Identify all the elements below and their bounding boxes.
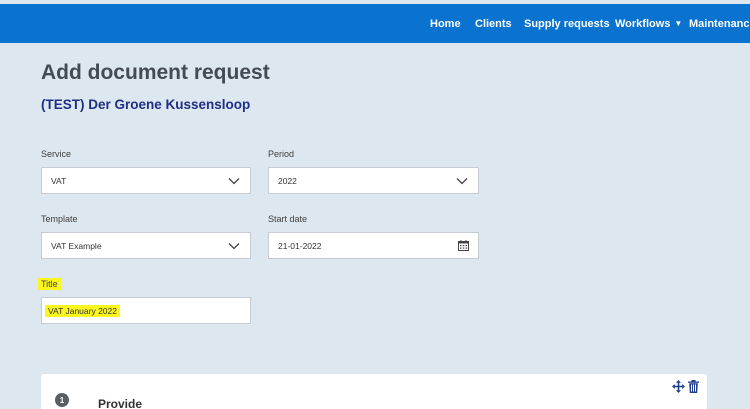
step-number-badge: 1 xyxy=(55,393,69,407)
nav-maintenance-label: Maintenance xyxy=(689,17,750,30)
top-navbar: Home Clients Supply requests Workflows ▼ … xyxy=(0,4,750,43)
template-select[interactable]: VAT Example xyxy=(41,232,251,259)
trash-icon[interactable] xyxy=(688,380,699,393)
nav-workflows-label: Workflows xyxy=(615,17,671,30)
nav-clients[interactable]: Clients xyxy=(475,4,512,43)
move-icon[interactable] xyxy=(672,380,685,393)
start-date-label: Start date xyxy=(268,214,308,224)
nav-clients-label: Clients xyxy=(475,17,512,30)
chevron-down-icon xyxy=(456,177,468,184)
nav-workflows-dropdown[interactable]: Workflows ▼ xyxy=(615,4,682,43)
title-label: Title xyxy=(38,278,61,290)
client-name: (TEST) Der Groene Kussensloop xyxy=(41,97,251,112)
step-card: 1 Provide xyxy=(41,374,707,409)
nav-supply-requests[interactable]: Supply requests xyxy=(524,4,610,43)
template-label: Template xyxy=(41,214,78,224)
nav-home[interactable]: Home xyxy=(430,4,461,43)
start-date-value: 21-01-2022 xyxy=(278,240,322,251)
period-value: 2022 xyxy=(278,175,297,186)
calendar-icon[interactable] xyxy=(458,240,469,251)
start-date-input[interactable]: 21-01-2022 xyxy=(268,232,479,259)
template-value: VAT Example xyxy=(51,240,102,251)
chevron-down-icon xyxy=(228,242,240,249)
service-select[interactable]: VAT xyxy=(41,167,251,194)
nav-maintenance[interactable]: Maintenance xyxy=(689,4,750,43)
period-label: Period xyxy=(268,149,295,159)
nav-home-label: Home xyxy=(430,17,461,30)
service-label: Service xyxy=(41,149,72,159)
title-input[interactable]: VAT January 2022 xyxy=(41,297,251,324)
period-select[interactable]: 2022 xyxy=(268,167,479,194)
title-value: VAT January 2022 xyxy=(45,304,241,317)
caret-down-icon: ▼ xyxy=(674,19,683,28)
service-value: VAT xyxy=(51,175,67,186)
step-label: Provide xyxy=(98,397,143,409)
page-title: Add document request xyxy=(41,61,270,84)
nav-supply-requests-label: Supply requests xyxy=(524,17,610,30)
chevron-down-icon xyxy=(228,177,240,184)
